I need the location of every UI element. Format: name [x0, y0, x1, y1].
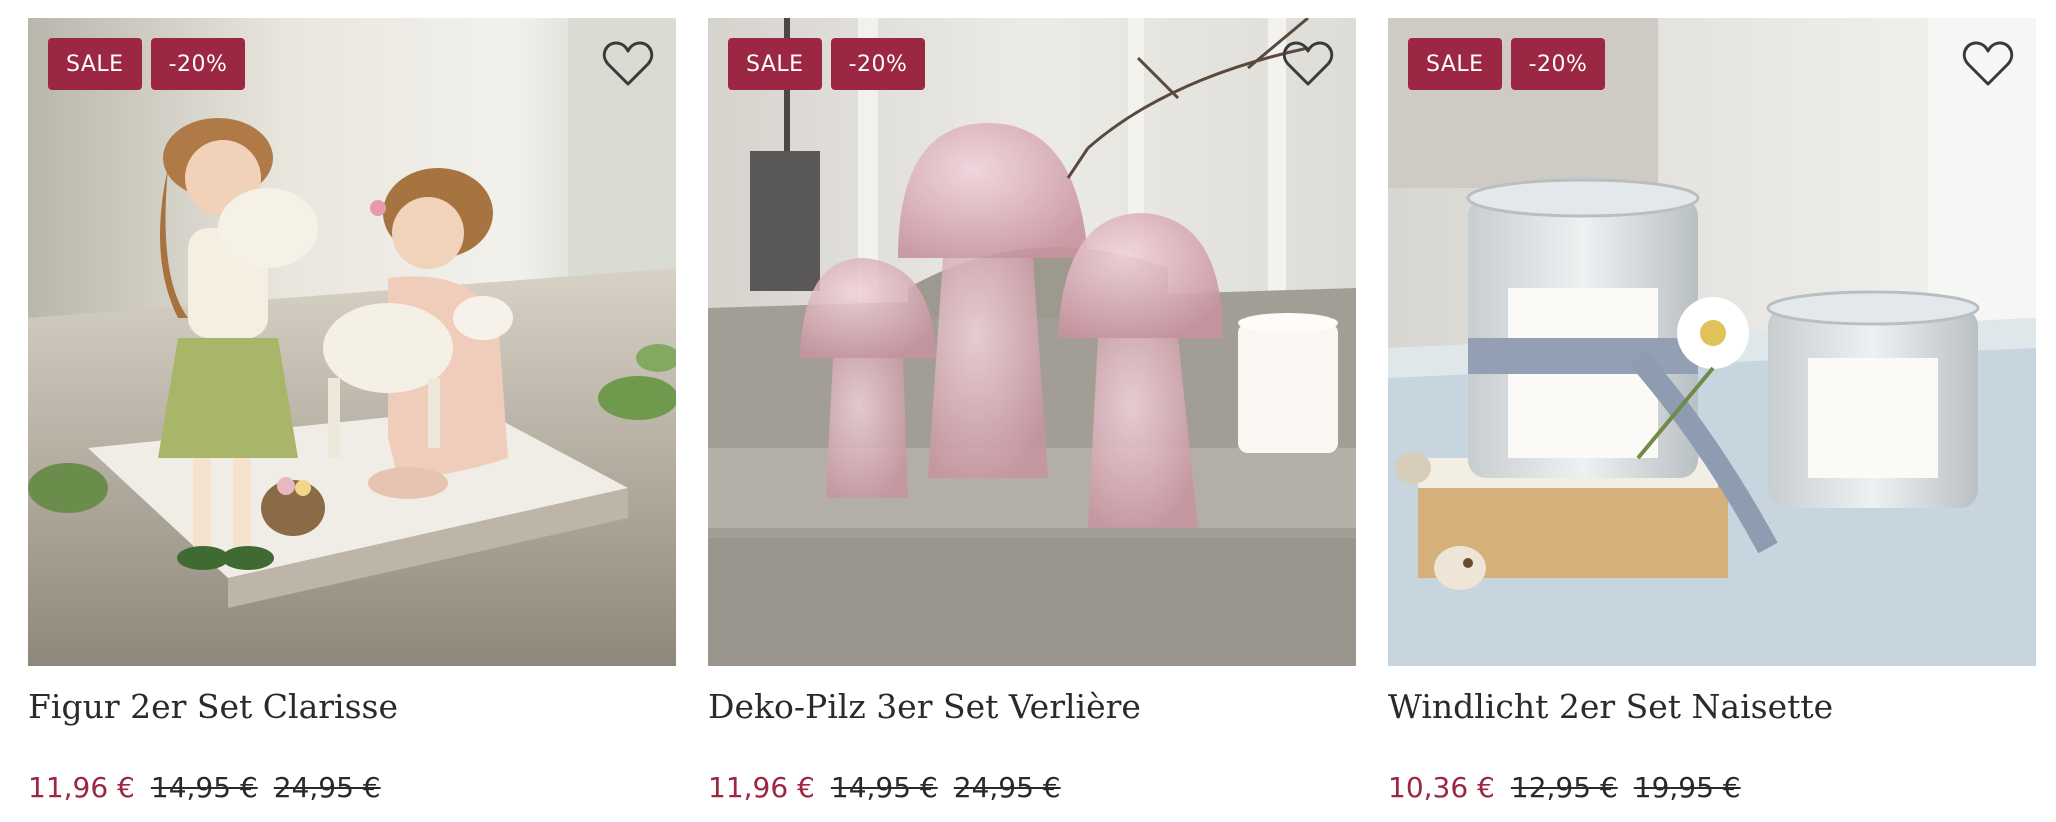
- original-price: 24,95 €: [273, 771, 381, 804]
- product-card[interactable]: SALE -20% Figur 2er Set Clarisse 11,96 €…: [28, 18, 676, 804]
- discount-badge: -20%: [150, 38, 246, 90]
- sale-badge: SALE: [1408, 38, 1502, 90]
- product-photo-mushrooms: [708, 18, 1356, 666]
- old-price: 12,95 €: [1510, 771, 1618, 804]
- old-price: 14,95 €: [830, 771, 938, 804]
- product-card[interactable]: SALE -20% Windlicht 2er Set Naisette 10,…: [1388, 18, 2036, 804]
- heart-outline-icon[interactable]: [1962, 40, 2014, 88]
- product-image[interactable]: SALE -20%: [28, 18, 676, 666]
- product-card[interactable]: SALE -20% Deko-Pilz 3er Set Verlière 11,…: [708, 18, 1356, 804]
- original-price: 24,95 €: [953, 771, 1061, 804]
- product-photo-lanterns: [1388, 18, 2036, 666]
- original-price: 19,95 €: [1633, 771, 1741, 804]
- price-row: 11,96 € 14,95 € 24,95 €: [28, 770, 381, 806]
- current-price: 11,96 €: [28, 771, 135, 804]
- product-image[interactable]: SALE -20%: [708, 18, 1356, 666]
- sale-badge: SALE: [48, 38, 142, 90]
- badge-group: SALE -20%: [1408, 38, 1606, 90]
- product-image[interactable]: SALE -20%: [1388, 18, 2036, 666]
- price-row: 11,96 € 14,95 € 24,95 €: [708, 770, 1061, 806]
- heart-outline-icon[interactable]: [602, 40, 654, 88]
- old-price: 14,95 €: [150, 771, 258, 804]
- product-grid: SALE -20% Figur 2er Set Clarisse 11,96 €…: [28, 18, 2036, 804]
- discount-badge: -20%: [1510, 38, 1606, 90]
- product-title[interactable]: Figur 2er Set Clarisse: [28, 686, 676, 728]
- badge-group: SALE -20%: [728, 38, 926, 90]
- badge-group: SALE -20%: [48, 38, 246, 90]
- price-row: 10,36 € 12,95 € 19,95 €: [1388, 770, 1741, 806]
- heart-outline-icon[interactable]: [1282, 40, 1334, 88]
- product-photo-figurines: [28, 18, 676, 666]
- product-title[interactable]: Deko-Pilz 3er Set Verlière: [708, 686, 1356, 728]
- current-price: 11,96 €: [708, 771, 815, 804]
- discount-badge: -20%: [830, 38, 926, 90]
- product-title[interactable]: Windlicht 2er Set Naisette: [1388, 686, 2036, 728]
- current-price: 10,36 €: [1388, 771, 1495, 804]
- sale-badge: SALE: [728, 38, 822, 90]
